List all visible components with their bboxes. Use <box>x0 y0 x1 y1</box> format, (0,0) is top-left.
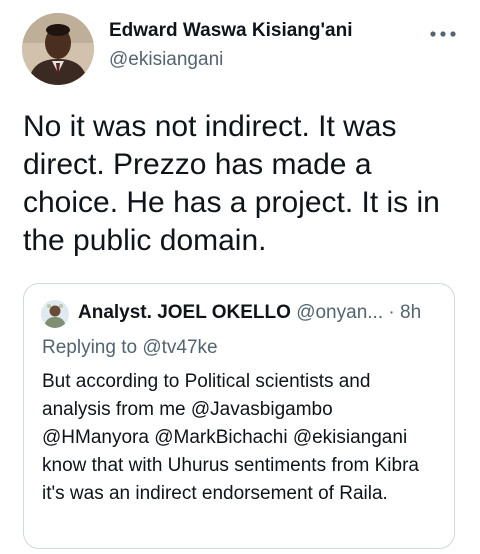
quoted-tweet-time: 8h <box>400 302 422 323</box>
tweet: Edward Waswa Kisiang'ani @ekisiangani No… <box>0 0 480 554</box>
tweet-text: No it was not indirect. It was direct. P… <box>23 110 440 257</box>
quoted-author-photo <box>41 300 69 328</box>
author-name[interactable]: Edward Waswa Kisiang'ani <box>109 20 352 42</box>
quoted-replying-to: Replying to @tv47ke <box>42 337 218 358</box>
quoted-author-avatar <box>41 300 69 328</box>
author-photo <box>22 13 94 85</box>
quoted-tweet-header: Analyst. JOEL OKELLO @onyan... · 8h <box>78 302 421 324</box>
quoted-tweet-text: But according to Political scientists an… <box>42 371 419 504</box>
quoted-author-name: Analyst. JOEL OKELLO <box>78 302 291 323</box>
quoted-tweet-card[interactable]: Analyst. JOEL OKELLO @onyan... · 8h Repl… <box>23 283 455 549</box>
ellipsis-horizontal-icon[interactable] <box>428 27 458 41</box>
quoted-author-handle: @onyan... <box>296 302 384 323</box>
quoted-header-separator: · <box>388 302 395 323</box>
author-handle[interactable]: @ekisiangani <box>109 49 223 71</box>
author-avatar[interactable] <box>22 13 94 85</box>
